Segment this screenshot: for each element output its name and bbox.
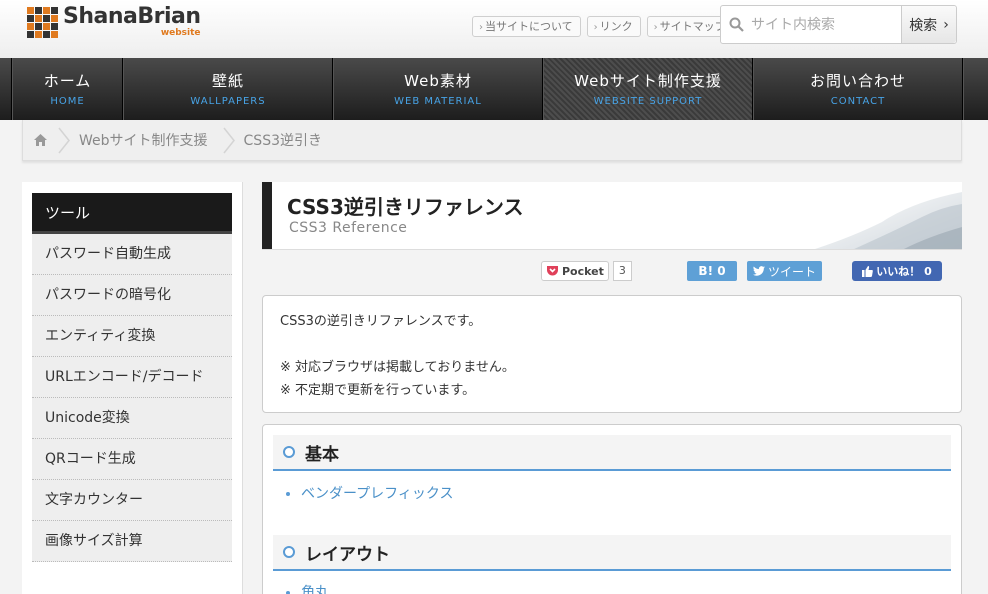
breadcrumb: Webサイト制作支援 CSS3逆引き	[22, 120, 962, 161]
pocket-count: 3	[612, 261, 632, 281]
link-about[interactable]: › 当サイトについて	[472, 16, 581, 37]
breadcrumb-separator-icon	[58, 127, 70, 153]
logo-mark-icon	[27, 7, 58, 38]
link-border-radius[interactable]: 角丸	[301, 585, 329, 594]
section-heading: 基本	[273, 435, 951, 471]
pocket-button[interactable]: Pocket	[541, 261, 609, 281]
home-icon[interactable]	[23, 134, 53, 146]
title-decoration-image	[815, 192, 962, 249]
nav-contact[interactable]: お問い合わせ CONTACT	[753, 58, 963, 120]
sidebar-item-image-size[interactable]: 画像サイズ計算	[32, 521, 232, 562]
page-title-box: CSS3逆引きリファレンス CSS3 Reference	[262, 182, 962, 250]
chevron-right-icon: ›	[653, 22, 658, 33]
nav-web-material[interactable]: Web素材 WEB MATERIAL	[333, 58, 543, 120]
reference-content: 基本 ベンダープレフィックス レイアウト 角丸	[262, 424, 962, 594]
global-nav: ホーム HOME 壁紙 WALLPAPERS Web素材 WEB MATERIA…	[0, 58, 988, 120]
pocket-share: Pocket 3	[541, 261, 632, 281]
site-header: ShanaBrian website › 当サイトについて › リンク › サイトマッ…	[0, 0, 988, 58]
intro-note: ※ 不定期で更新を行っています。	[280, 383, 476, 398]
sidebar-item-char-counter[interactable]: 文字カウンター	[32, 480, 232, 521]
hatena-bookmark-button[interactable]: B! 0	[687, 261, 737, 281]
sidebar-item-password-encrypt[interactable]: パスワードの暗号化	[32, 275, 232, 316]
search-icon	[721, 6, 751, 43]
intro-note: ※ 対応ブラウザは掲載しておりません。	[280, 360, 515, 375]
sidebar-item-entity-convert[interactable]: エンティティ変換	[32, 316, 232, 357]
site-logo[interactable]: ShanaBrian website	[27, 6, 201, 38]
breadcrumb-website-support[interactable]: Webサイト制作支援	[75, 130, 218, 150]
nav-wallpapers[interactable]: 壁紙 WALLPAPERS	[123, 58, 333, 120]
sidebar-item-url-encode[interactable]: URLエンコード/デコード	[32, 357, 232, 398]
site-search: 検索 ›	[720, 5, 957, 44]
intro-box: CSS3の逆引きリファレンスです。 ※ 対応ブラウザは掲載しておりません。 ※ …	[262, 295, 962, 413]
chevron-right-icon: ›	[479, 22, 483, 33]
section-list: ベンダープレフィックス	[301, 484, 453, 504]
sidebar-item-unicode[interactable]: Unicode変換	[32, 398, 232, 439]
section-heading: レイアウト	[273, 535, 951, 571]
twitter-icon	[752, 266, 765, 276]
list-item: ベンダープレフィックス	[301, 484, 453, 504]
list-item: 角丸	[301, 583, 329, 594]
sidebar-item-qrcode[interactable]: QRコード生成	[32, 439, 232, 480]
sidebar-list: パスワード自動生成 パスワードの暗号化 エンティティ変換 URLエンコード/デコ…	[32, 234, 232, 562]
breadcrumb-current: CSS3逆引き	[243, 133, 322, 149]
nav-home[interactable]: ホーム HOME	[12, 58, 123, 120]
logo-sub: website	[160, 28, 201, 38]
section-list: 角丸	[301, 583, 329, 594]
breadcrumb-separator-icon	[222, 127, 235, 153]
page-title: CSS3逆引きリファレンス	[287, 195, 524, 219]
link-vendor-prefix[interactable]: ベンダープレフィックス	[301, 486, 453, 502]
intro-text: CSS3の逆引きリファレンスです。	[280, 314, 482, 329]
chevron-right-icon: ›	[943, 16, 949, 33]
link-links[interactable]: › リンク	[586, 16, 641, 37]
sidebar-item-password-generator[interactable]: パスワード自動生成	[32, 234, 232, 275]
nav-website-support[interactable]: Webサイト制作支援 WEBSITE SUPPORT	[543, 58, 753, 120]
circle-bullet-icon	[283, 546, 295, 558]
thumbs-up-icon	[862, 265, 874, 277]
search-input[interactable]	[751, 6, 901, 43]
tweet-button[interactable]: ツイート	[747, 261, 822, 281]
logo-name: ShanaBrian	[63, 4, 201, 29]
search-button[interactable]: 検索 ›	[901, 6, 956, 43]
pocket-icon	[547, 266, 558, 276]
sidebar-heading: ツール	[32, 193, 232, 234]
facebook-like-button[interactable]: いいね！ 0	[852, 261, 942, 281]
chevron-right-icon: ›	[593, 22, 598, 33]
header-links: › 当サイトについて › リンク › サイトマップ	[472, 16, 734, 37]
circle-bullet-icon	[283, 446, 295, 458]
page-subtitle: CSS3 Reference	[289, 220, 408, 236]
sidebar: ツール パスワード自動生成 パスワードの暗号化 エンティティ変換 URLエンコー…	[22, 182, 243, 594]
